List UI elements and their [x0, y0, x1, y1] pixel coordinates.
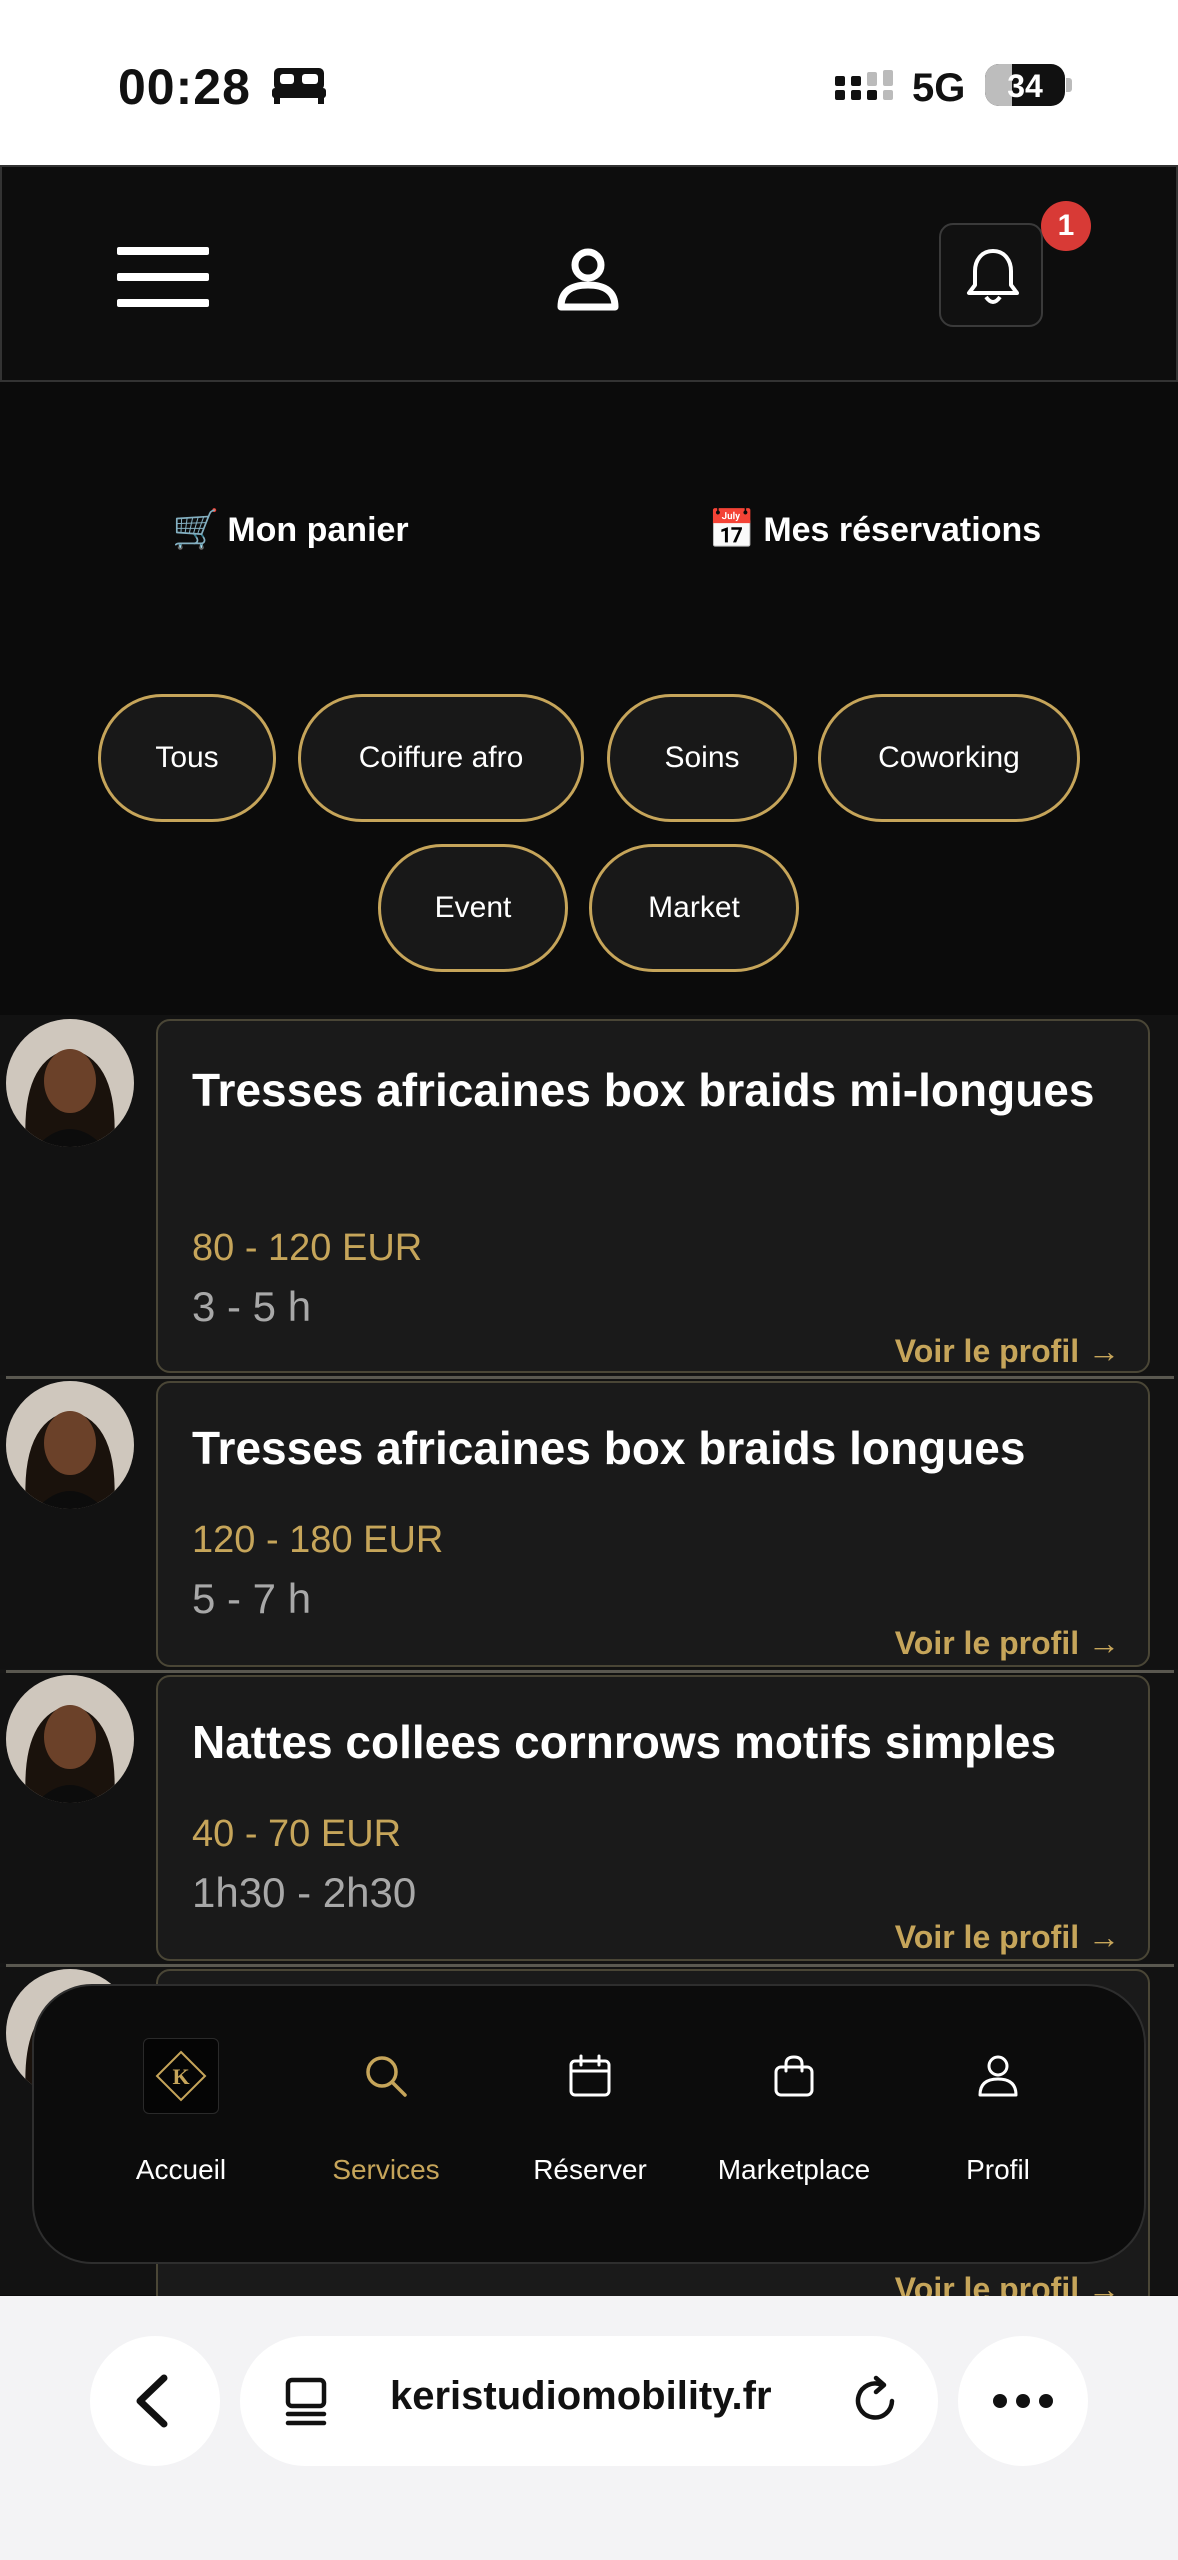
hamburger-menu-icon[interactable] [117, 247, 209, 309]
more-icon [993, 2394, 1053, 2408]
notifications-button[interactable] [939, 223, 1043, 327]
nav-label: Profil [966, 2154, 1030, 2185]
network-label: 5G [912, 66, 966, 110]
provider-avatar[interactable] [6, 1675, 134, 1803]
app-header: 1 [0, 165, 1178, 382]
service-price: 80 - 120 EUR [192, 1227, 423, 1269]
battery-cap [1066, 78, 1072, 92]
nav-label: Accueil [135, 2154, 227, 2185]
chip-tous[interactable]: Tous [98, 694, 276, 822]
status-bar: 00:28 5G 34 [0, 0, 1178, 165]
nav-accueil[interactable]: K Accueil [81, 2038, 281, 2186]
bookings-label: Mes réservations [763, 510, 1042, 549]
signal-icon [835, 70, 893, 100]
reload-icon[interactable] [848, 2374, 902, 2428]
page-settings-icon[interactable] [280, 2374, 334, 2428]
shopping-bag-icon [774, 2055, 814, 2097]
nav-label: Réserver [533, 2154, 647, 2185]
bookings-link[interactable]: 📅 Mes réservations [708, 508, 1041, 552]
nav-label: Marketplace [717, 2154, 871, 2185]
service-duration: 5 - 7 h [192, 1575, 312, 1622]
service-title: Nattes collees cornrows motifs simples [192, 1716, 1057, 1768]
service-card[interactable]: Tresses africaines box braids mi-longues… [156, 1019, 1150, 1373]
account-icon[interactable] [555, 247, 621, 313]
nav-label: Services [332, 2154, 440, 2185]
bottom-nav: K Accueil Services Réserver Marketplace … [32, 1984, 1146, 2264]
nav-services[interactable]: Services [286, 2038, 486, 2186]
bell-icon [967, 249, 1019, 304]
view-profile-link[interactable]: Voir le profil → [895, 1333, 1120, 1370]
status-time: 00:28 [118, 59, 251, 115]
service-row[interactable]: Tresses africaines box braids mi-longues… [0, 1015, 1178, 1375]
url-text: keristudiomobility.fr [390, 2374, 772, 2418]
battery-percent: 34 [1007, 68, 1043, 104]
service-title: Tresses africaines box braids longues [192, 1422, 1026, 1474]
view-profile-link[interactable]: Voir le profil → [895, 1919, 1120, 1956]
view-profile-link[interactable]: Voir le profil → [895, 1625, 1120, 1662]
chip-soins[interactable]: Soins [607, 694, 797, 822]
nav-marketplace[interactable]: Marketplace [694, 2038, 894, 2186]
logo-k-icon: K [143, 2038, 219, 2114]
chevron-left-icon [136, 2374, 168, 2428]
service-row[interactable]: Nattes collees cornrows motifs simples 4… [0, 1673, 1178, 1963]
address-bar[interactable]: keristudiomobility.fr [240, 2336, 938, 2466]
nav-profil[interactable]: Profil [898, 2038, 1098, 2186]
calendar-emoji-icon: 📅 [708, 509, 756, 551]
service-title: Tresses africaines box braids mi-longues [192, 1064, 1095, 1116]
nav-reserver[interactable]: Réserver [490, 2038, 690, 2186]
service-price: 40 - 70 EUR [192, 1813, 402, 1855]
svg-text:K: K [172, 2064, 189, 2089]
service-row[interactable]: Tresses africaines box braids longues 12… [0, 1379, 1178, 1669]
chip-event[interactable]: Event [378, 844, 568, 972]
cart-link[interactable]: 🛒 Mon panier [172, 508, 409, 552]
user-icon [978, 2055, 1018, 2097]
service-card[interactable]: Tresses africaines box braids longues 12… [156, 1381, 1150, 1667]
bed-icon [272, 68, 326, 104]
service-card[interactable]: Nattes collees cornrows motifs simples 4… [156, 1675, 1150, 1961]
cart-icon: 🛒 [172, 509, 220, 551]
chip-coworking[interactable]: Coworking [818, 694, 1080, 822]
browser-bar: keristudiomobility.fr [0, 2296, 1178, 2560]
service-duration: 3 - 5 h [192, 1283, 312, 1330]
calendar-icon [569, 2054, 611, 2097]
chip-coiffure-afro[interactable]: Coiffure afro [298, 694, 584, 822]
provider-avatar[interactable] [6, 1381, 134, 1509]
cart-label: Mon panier [227, 510, 409, 549]
notification-badge: 1 [1041, 201, 1091, 251]
service-duration: 1h30 - 2h30 [192, 1869, 417, 1916]
back-button[interactable] [90, 2336, 220, 2466]
battery-icon: 34 [985, 64, 1065, 106]
more-options-button[interactable] [958, 2336, 1088, 2466]
service-price: 120 - 180 EUR [192, 1519, 444, 1561]
provider-avatar[interactable] [6, 1019, 134, 1147]
chip-market[interactable]: Market [589, 844, 799, 972]
search-icon [366, 2056, 407, 2097]
